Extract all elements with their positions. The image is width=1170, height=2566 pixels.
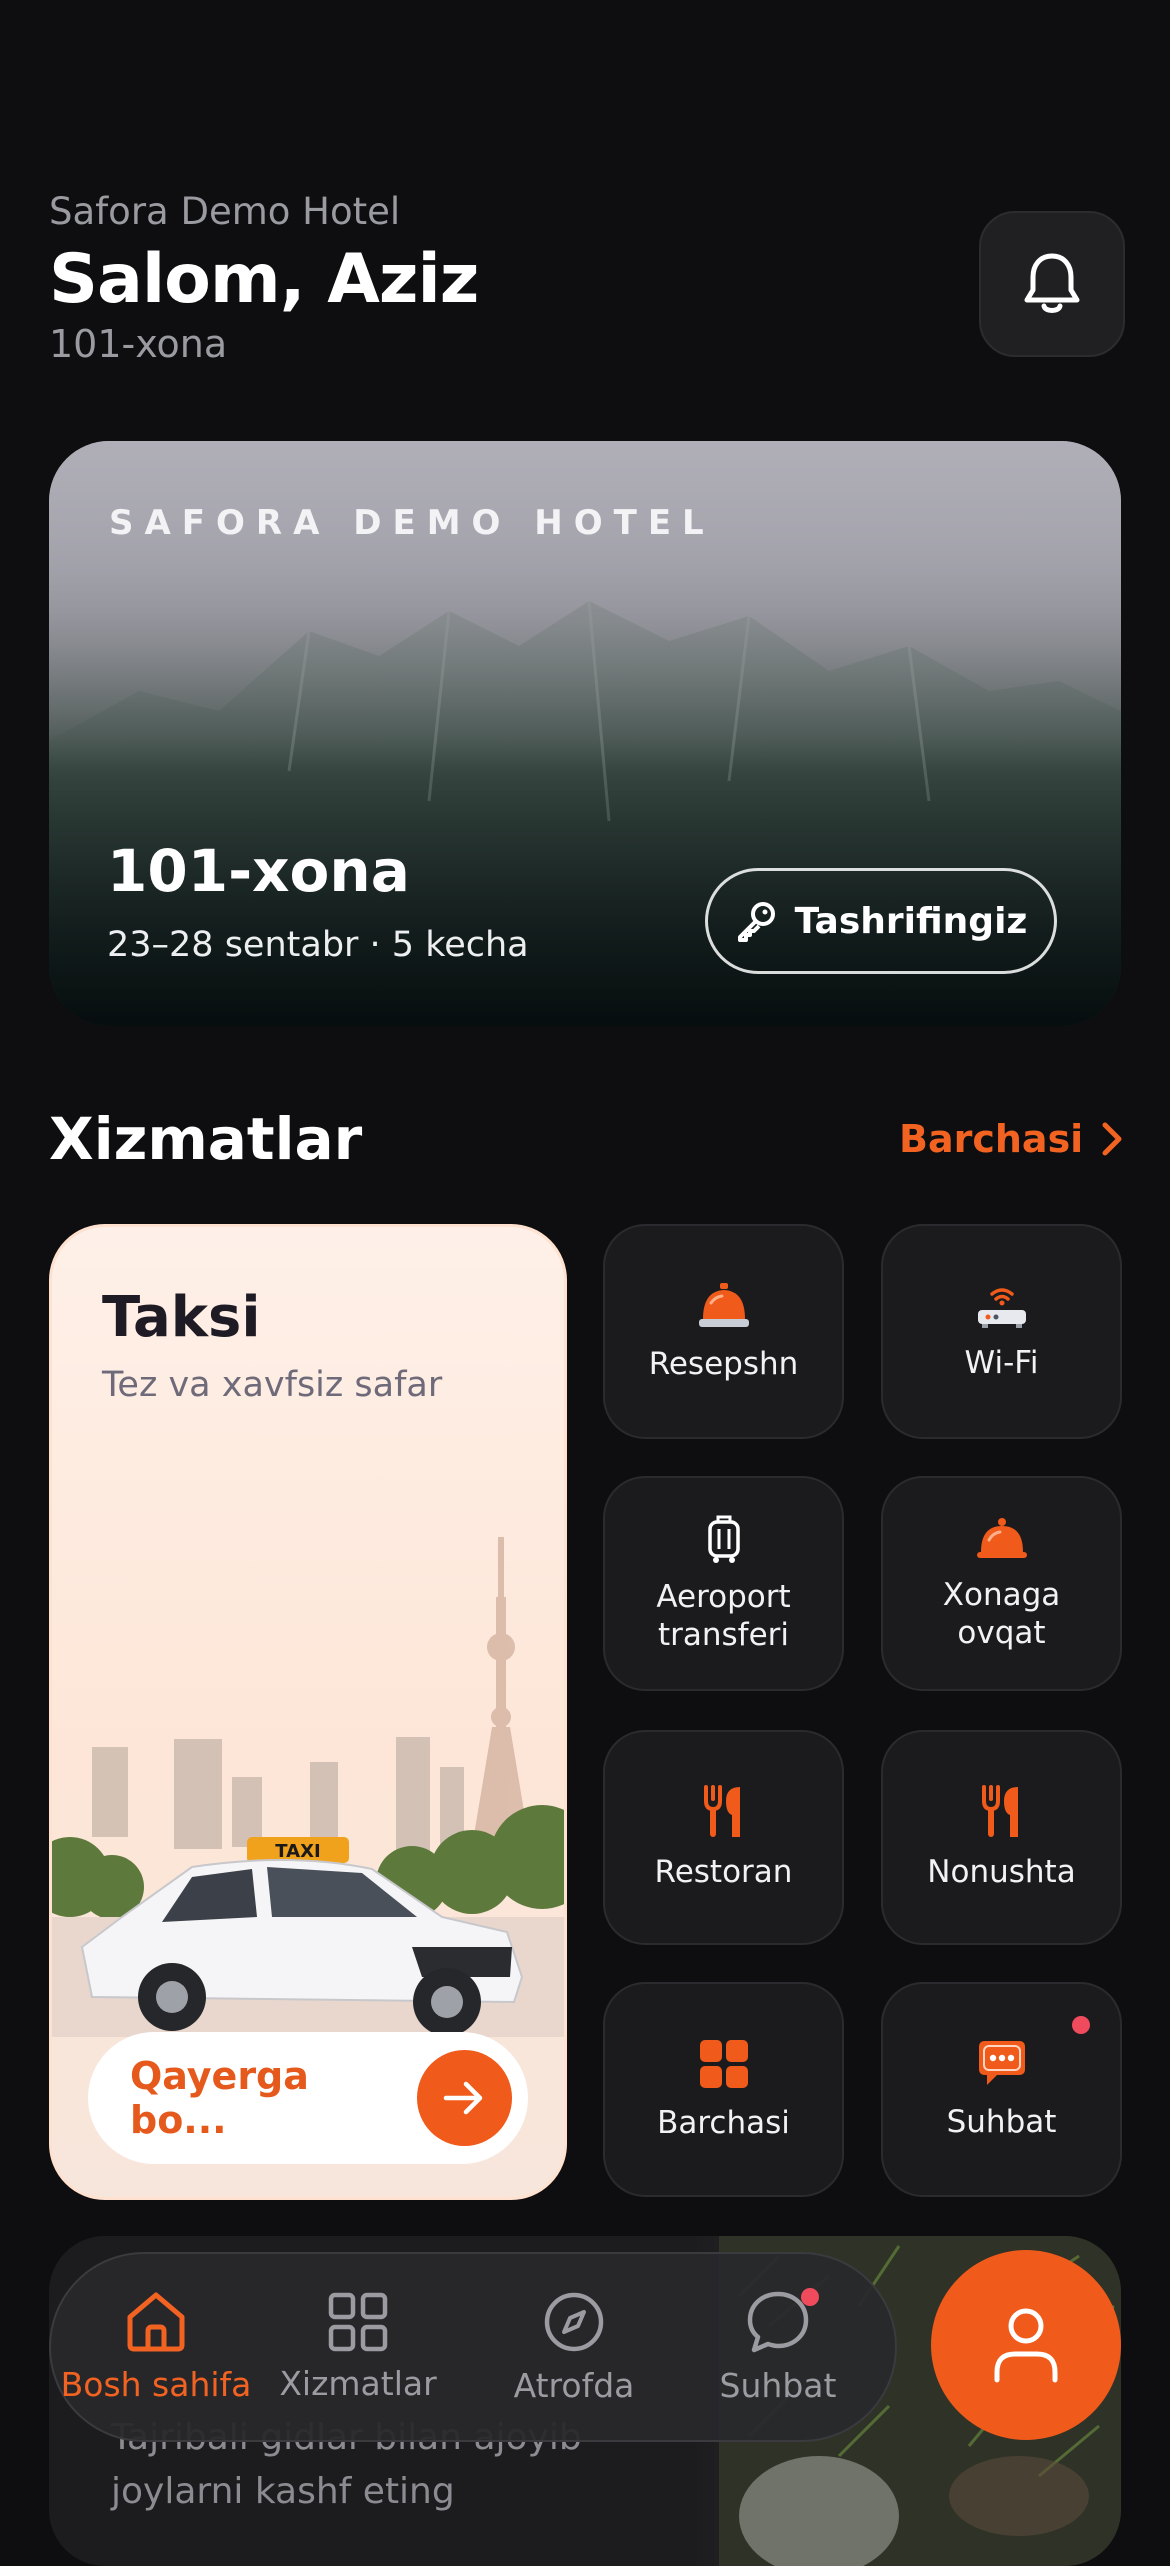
room-number: 101-xona [49,322,228,366]
compass-icon [544,2292,604,2351]
notifications-button[interactable] [979,211,1125,357]
tile-label: Restoran [654,1853,793,1890]
tile-airport-transfer[interactable]: Aeroport transferi [603,1476,844,1691]
luggage-icon [707,1515,740,1563]
tile-label: Barchasi [657,2104,790,2141]
wifi-router-icon [977,1287,1026,1328]
nav-item-chat[interactable]: Suhbat [683,2254,873,2440]
nav-item-nearby[interactable]: Atrofda [479,2254,669,2440]
tile-label: Wi-Fi [964,1344,1039,1381]
nav-label: Atrofda [513,2365,635,2405]
arrow-right-icon [444,2081,483,2115]
chevron-right-icon [1102,1122,1122,1156]
tile-restaurant[interactable]: Restoran [603,1730,844,1945]
tile-label: Nonushta [927,1853,1076,1890]
tile-breakfast[interactable]: Nonushta [881,1730,1122,1945]
chat-bubble-icon [978,2040,1025,2085]
tile-all-services[interactable]: Barchasi [603,1982,844,2197]
tile-room-service[interactable]: Xonaga ovqat [881,1476,1122,1691]
tile-reception[interactable]: Resepshn [603,1224,844,1439]
unread-badge [801,2288,819,2306]
your-visit-button[interactable]: Tashrifingiz [705,868,1057,974]
hero-hotel-name: SAFORA DEMO HOTEL [109,503,715,543]
taxi-destination-placeholder: Qayerga bo... [130,2054,309,2142]
bottom-nav: Bosh sahifa Xizmatlar Atrofda Suhbat [49,2252,897,2442]
profile-button[interactable] [931,2250,1121,2440]
see-all-link[interactable]: Barchasi [899,1117,1123,1161]
taxi-sign: TAXI [275,1841,320,1862]
grid-icon [699,2039,748,2088]
greeting-title: Salom, Aziz [49,240,479,319]
tile-chat[interactable]: Suhbat [881,1982,1122,2197]
nav-label: Xizmatlar [279,2363,437,2403]
hero-room-number: 101-xona [107,837,410,905]
tile-label: Resepshn [648,1345,799,1382]
stay-dates: 23–28 sentabr · 5 kecha [107,925,529,965]
fork-knife-icon [703,1784,740,1837]
services-title: Xizmatlar [49,1105,363,1173]
taxi-destination-input[interactable]: Qayerga bo... [88,2032,528,2164]
taxi-title: Taksi [102,1285,261,1350]
grid-icon [328,2292,388,2351]
nav-label: Suhbat [719,2365,837,2405]
fork-knife-icon [981,1784,1018,1837]
your-visit-label: Tashrifingiz [794,900,1028,942]
nav-item-services[interactable]: Xizmatlar [263,2254,453,2440]
user-icon [994,2308,1058,2383]
taxi-subtitle: Tez va xavfsiz safar [102,1365,443,1405]
nav-label: Bosh sahifa [60,2364,252,2404]
room-service-cloche-icon [976,1517,1027,1558]
tile-label: Xonaga ovqat [942,1576,1061,1651]
taxi-illustration: TAXI [52,1537,564,2037]
stay-hero-card[interactable]: SAFORA DEMO HOTEL 101-xona 23–28 sentabr… [49,441,1121,1026]
nav-item-home[interactable]: Bosh sahifa [61,2254,251,2440]
hotel-name: Safora Demo Hotel [49,190,401,233]
tile-label: Suhbat [946,2103,1057,2140]
taxi-card[interactable]: Taksi Tez va xavfsiz safar TAXI Qayerga … [49,1224,567,2200]
key-icon [737,902,775,942]
taxi-go-button[interactable] [416,2050,512,2146]
see-all-label: Barchasi [899,1117,1084,1161]
tile-label: Aeroport transferi [656,1578,791,1653]
reception-bell-icon [698,1282,749,1327]
unread-badge [1072,2016,1090,2034]
bell-icon [1024,253,1080,313]
home-icon [127,2292,185,2351]
tile-wifi[interactable]: Wi-Fi [881,1224,1122,1439]
